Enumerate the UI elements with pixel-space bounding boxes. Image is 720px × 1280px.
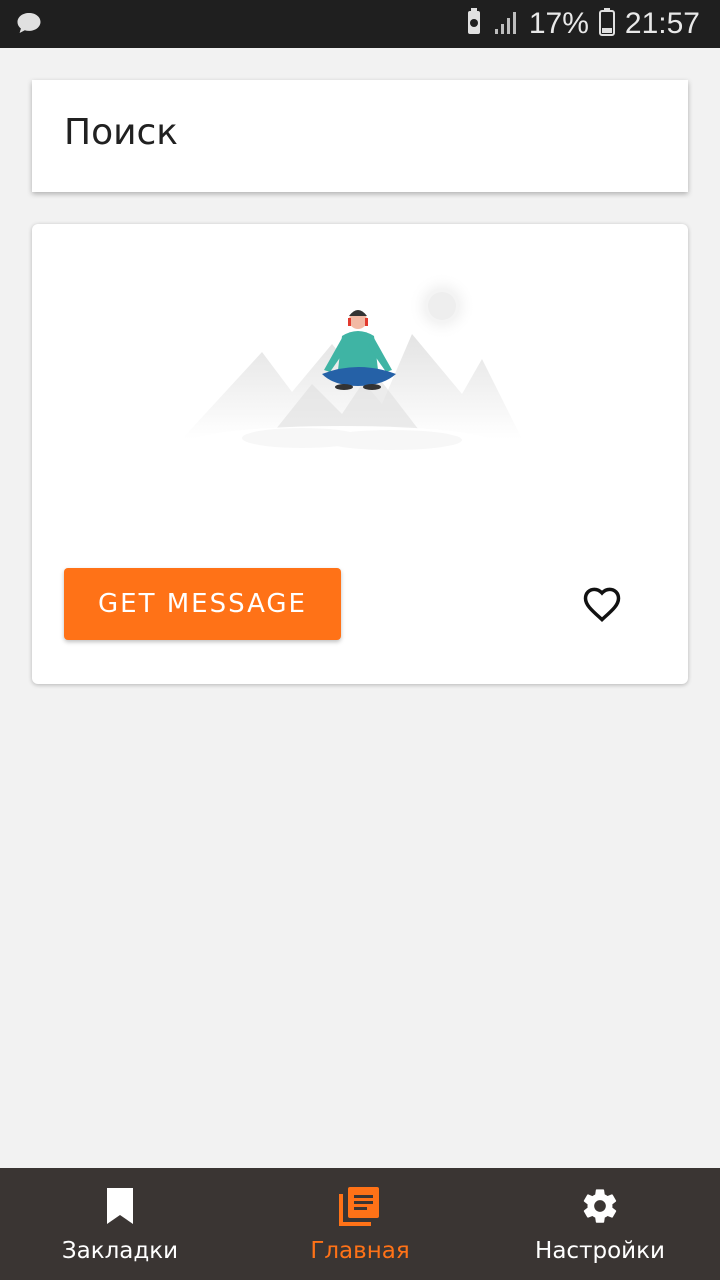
- library-icon: [339, 1186, 381, 1230]
- gear-icon: [580, 1186, 620, 1230]
- search-bar[interactable]: Поиск: [32, 80, 688, 192]
- search-label: Поиск: [64, 112, 179, 153]
- get-message-button[interactable]: GET MESSAGE: [64, 568, 341, 640]
- status-bar: 17% 21:57: [0, 0, 720, 48]
- battery-percent: 17%: [528, 7, 589, 40]
- clock: 21:57: [624, 7, 700, 40]
- nav-item-label: Закладки: [61, 1238, 179, 1264]
- bottom-navigation: Закладки Главная Настройки: [0, 1168, 720, 1280]
- bookmark-icon: [103, 1186, 137, 1230]
- chat-notification-icon: [16, 11, 42, 39]
- battery-icon: [598, 8, 615, 40]
- signal-icon: [493, 9, 519, 39]
- nav-item-home[interactable]: Главная: [240, 1168, 480, 1280]
- heart-outline-icon[interactable]: [580, 582, 624, 626]
- message-card: GET MESSAGE: [32, 224, 688, 684]
- nav-item-label: Главная: [310, 1238, 410, 1264]
- meditation-illustration: [182, 274, 522, 458]
- battery-saver-icon: [465, 8, 483, 40]
- nav-item-bookmarks[interactable]: Закладки: [0, 1168, 240, 1280]
- nav-item-settings[interactable]: Настройки: [480, 1168, 720, 1280]
- nav-item-label: Настройки: [535, 1238, 665, 1264]
